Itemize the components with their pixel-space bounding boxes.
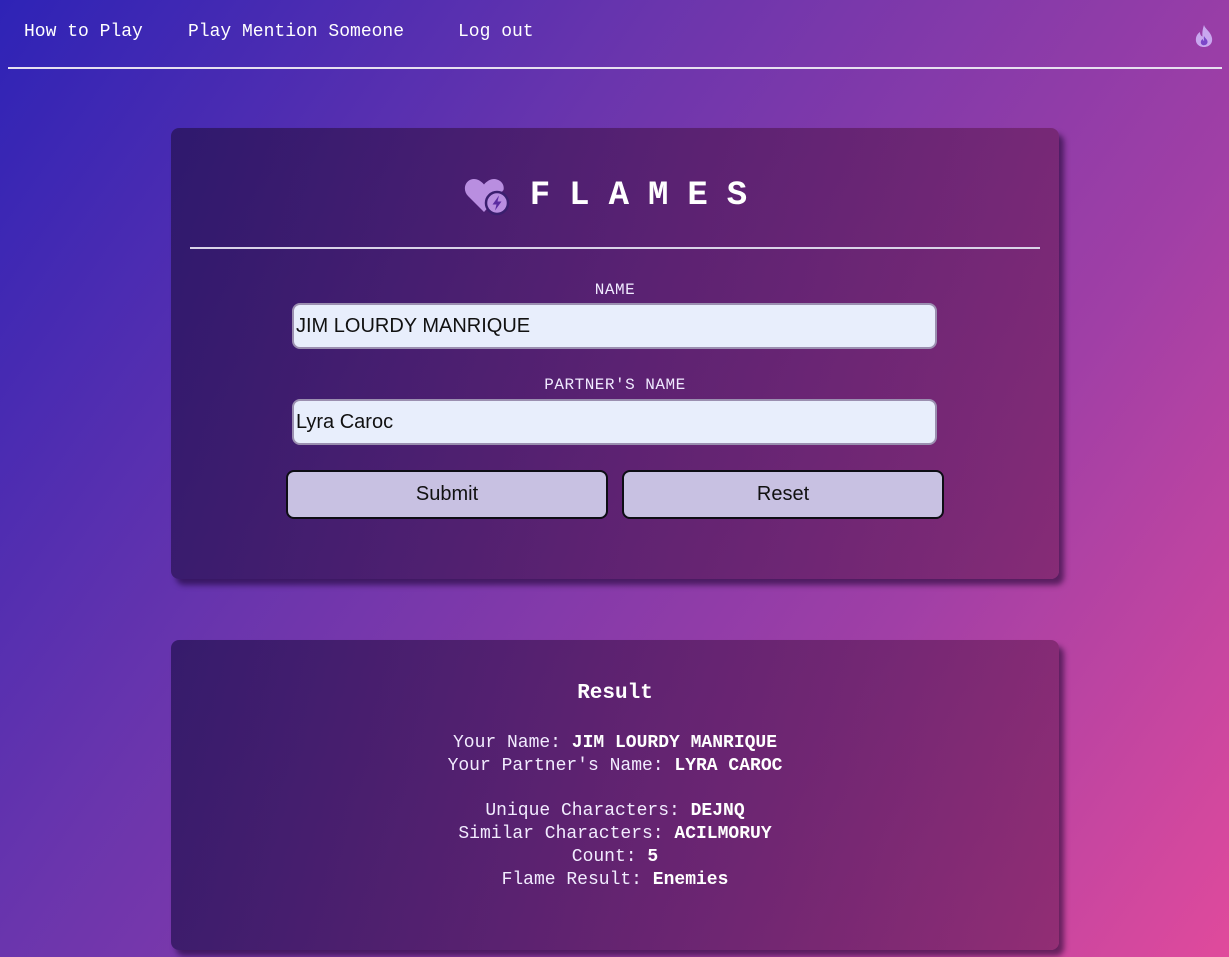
unique-characters-label: Unique Characters: (485, 801, 691, 821)
result-unique-line: Unique Characters: DEJNQ (171, 800, 1059, 823)
heart-bolt-icon (464, 176, 510, 216)
partner-name-value: LYRA CAROC (674, 756, 783, 776)
result-names-group: Your Name: JIM LOURDY MANRIQUE Your Part… (171, 732, 1059, 778)
result-your-name-line: Your Name: JIM LOURDY MANRIQUE (171, 732, 1059, 755)
result-count-line: Count: 5 (171, 846, 1059, 869)
result-title: Result (577, 682, 653, 705)
header-divider (190, 247, 1040, 249)
app-title: FLAMES (529, 177, 767, 215)
partner-name-result-label: Your Partner's Name: (447, 756, 675, 776)
nav-play-mention-someone-link[interactable]: Play Mention Someone (188, 22, 404, 42)
top-navigation: How to Play Play Mention Someone Log out (8, 0, 1222, 69)
result-similar-line: Similar Characters: ACILMORUY (171, 823, 1059, 846)
partner-name-input[interactable] (292, 399, 937, 445)
similar-characters-value: ACILMORUY (674, 824, 772, 844)
partner-name-label: PARTNER'S NAME (544, 376, 686, 394)
your-name-label: Your Name: (452, 733, 572, 753)
nav-logout-link[interactable]: Log out (458, 22, 534, 42)
submit-button[interactable]: Submit (286, 470, 608, 519)
flames-form-card: FLAMES NAME PARTNER'S NAME Submit Reset (171, 128, 1059, 579)
name-label: NAME (594, 281, 636, 299)
result-flame-line: Flame Result: Enemies (171, 869, 1059, 892)
nav-how-to-play-link[interactable]: How to Play (24, 22, 143, 42)
similar-characters-label: Similar Characters: (458, 824, 675, 844)
flame-icon[interactable] (1194, 24, 1214, 48)
flame-result-label: Flame Result: (501, 870, 653, 890)
brand-header: FLAMES (171, 176, 1059, 216)
count-value: 5 (647, 847, 659, 867)
flame-result-value: Enemies (652, 870, 729, 890)
unique-characters-value: DEJNQ (690, 801, 745, 821)
name-input[interactable] (292, 303, 937, 349)
reset-button[interactable]: Reset (622, 470, 944, 519)
result-card: Result Your Name: JIM LOURDY MANRIQUE Yo… (171, 640, 1059, 950)
result-details-group: Unique Characters: DEJNQ Similar Charact… (171, 800, 1059, 892)
your-name-value: JIM LOURDY MANRIQUE (571, 733, 778, 753)
count-label: Count: (571, 847, 648, 867)
result-partner-name-line: Your Partner's Name: LYRA CAROC (171, 755, 1059, 778)
